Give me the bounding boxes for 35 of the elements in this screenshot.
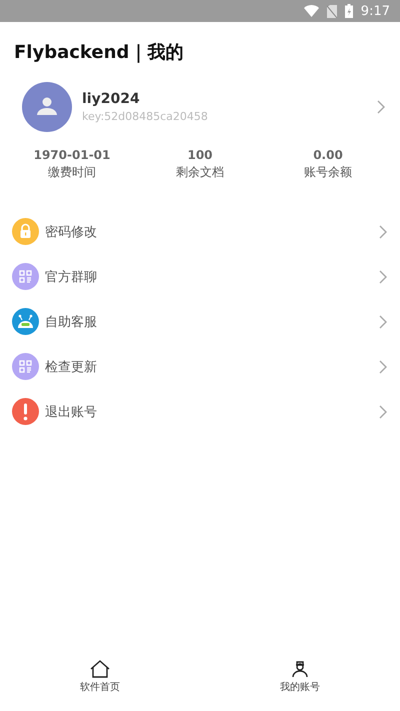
qr-code-icon xyxy=(12,353,39,380)
chevron-icon xyxy=(379,314,388,328)
stat-label: 剩余文档 xyxy=(176,164,224,181)
chevron-icon xyxy=(377,100,386,114)
robot-icon xyxy=(12,308,39,335)
qr-code-icon xyxy=(12,263,39,290)
page-title: Flybackend｜我的 xyxy=(14,41,184,64)
stat-label: 缴费时间 xyxy=(48,164,96,181)
user-key: key:52d08485ca20458 xyxy=(82,110,377,123)
menu-item[interactable]: 退出账号 xyxy=(0,389,400,434)
alert-icon xyxy=(12,398,39,425)
menu-item[interactable]: 检查更新 xyxy=(0,344,400,389)
chevron-icon xyxy=(379,360,388,374)
chevron-icon xyxy=(379,404,388,418)
nav-tab[interactable]: 软件首页 xyxy=(0,647,200,707)
user-icon xyxy=(291,660,309,678)
user-name: liy2024 xyxy=(82,91,141,107)
menu-item[interactable]: 官方群聊 xyxy=(0,254,400,299)
lock-icon xyxy=(12,218,39,245)
menu-item[interactable]: 自助客服 xyxy=(0,299,400,344)
status-time: 9:17 xyxy=(360,4,390,18)
stat-value: 1970-01-01 xyxy=(34,148,110,162)
battery-icon xyxy=(344,4,353,18)
wifi-icon xyxy=(304,5,319,17)
stat-label: 账号余额 xyxy=(304,164,352,181)
avatar-icon xyxy=(22,82,72,132)
nav-tab[interactable]: 我的账号 xyxy=(200,647,400,707)
menu-item[interactable]: 密码修改 xyxy=(0,209,400,254)
chevron-icon xyxy=(379,270,388,284)
stat-value: 100 xyxy=(187,148,213,162)
no-sim-icon xyxy=(326,4,337,18)
stat-value: 0.00 xyxy=(313,148,343,162)
home-icon xyxy=(90,660,110,678)
chevron-icon xyxy=(379,224,388,238)
profile-card[interactable]: liy2024 key:52d08485ca20458 xyxy=(22,82,386,132)
